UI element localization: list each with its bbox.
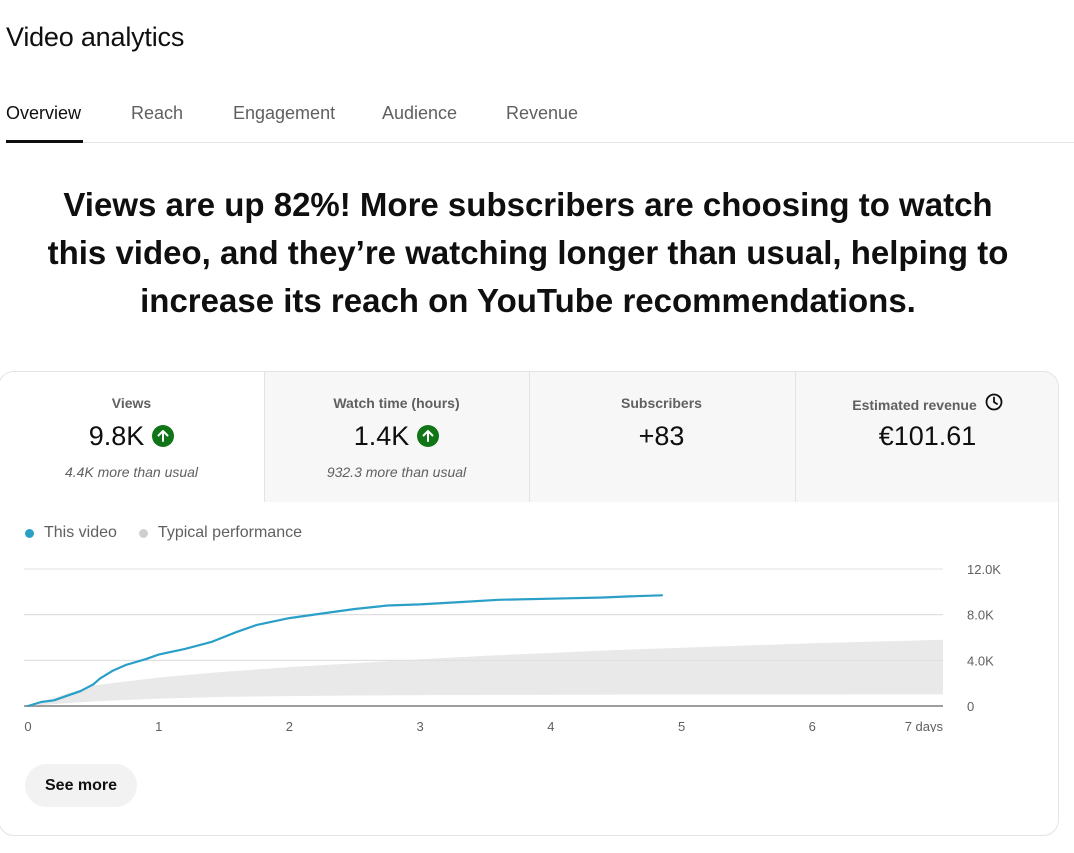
metric-views[interactable]: Views 9.8K 4.4K more than usual: [0, 372, 264, 502]
metric-tabs: Views 9.8K 4.4K more than usual Watch ti…: [0, 372, 1058, 502]
tab-reach[interactable]: Reach: [131, 103, 183, 124]
metric-label: Subscribers: [621, 395, 702, 411]
see-more-button[interactable]: See more: [25, 764, 138, 807]
metric-label: Watch time (hours): [333, 395, 460, 411]
legend-item-this-video: This video: [25, 524, 117, 542]
tab-bar: Overview Reach Engagement Audience Reven…: [6, 88, 1074, 143]
x-tick-label: 6: [809, 719, 816, 732]
metric-subscribers[interactable]: Subscribers +83: [529, 372, 794, 502]
insight-headline: Views are up 82%! More subscribers are c…: [47, 186, 1009, 319]
tab-overview[interactable]: Overview: [6, 103, 84, 143]
arrow-up-icon: [152, 425, 175, 447]
metric-value: +83: [638, 420, 685, 451]
metric-note: 4.4K more than usual: [64, 464, 199, 480]
legend-label: Typical performance: [157, 524, 302, 541]
x-tick-label: 5: [678, 719, 685, 732]
legend-item-typical: Typical performance: [138, 524, 302, 542]
x-tick-label: 4: [547, 719, 554, 732]
x-tick-label: 0: [24, 719, 31, 732]
y-tick-label: 12.0K: [967, 562, 1001, 577]
metric-label: Estimated revenue: [852, 396, 977, 413]
tab-engagement[interactable]: Engagement: [233, 103, 335, 124]
legend-label: This video: [44, 524, 117, 541]
metric-value: 9.8K: [88, 420, 145, 451]
analytics-card: Views 9.8K 4.4K more than usual Watch ti…: [0, 371, 1059, 836]
y-tick-label: 4.0K: [967, 653, 994, 668]
metric-watch-time[interactable]: Watch time (hours) 1.4K 932.3 more than …: [264, 372, 529, 502]
chart-legend: This video Typical performance: [25, 524, 324, 542]
x-tick-label: 2: [286, 719, 293, 732]
legend-dot: [138, 528, 148, 538]
y-tick-label: 0: [967, 699, 974, 714]
arrow-up-icon: [417, 425, 440, 447]
tab-revenue[interactable]: Revenue: [506, 103, 578, 124]
x-tick-label: 7 days: [905, 719, 944, 732]
metric-estimated-revenue[interactable]: Estimated revenue €101.61: [795, 372, 1058, 502]
x-tick-label: 1: [155, 719, 162, 732]
metric-note: 932.3 more than usual: [326, 464, 467, 480]
metric-label: Views: [111, 395, 152, 411]
y-tick-label: 8.0K: [967, 608, 994, 623]
tab-audience[interactable]: Audience: [382, 103, 457, 124]
typical-performance-band: [28, 639, 943, 706]
views-chart: 12.0K 8.0K 4.0K 0 0 1 2 3 4 5 6 7 days: [24, 562, 1001, 732]
legend-dot: [25, 528, 34, 538]
metric-value: 1.4K: [353, 420, 410, 451]
x-tick-label: 3: [417, 719, 424, 732]
page-title: Video analytics: [6, 22, 185, 52]
clock-icon: [985, 393, 1003, 416]
metric-value: €101.61: [878, 420, 977, 451]
